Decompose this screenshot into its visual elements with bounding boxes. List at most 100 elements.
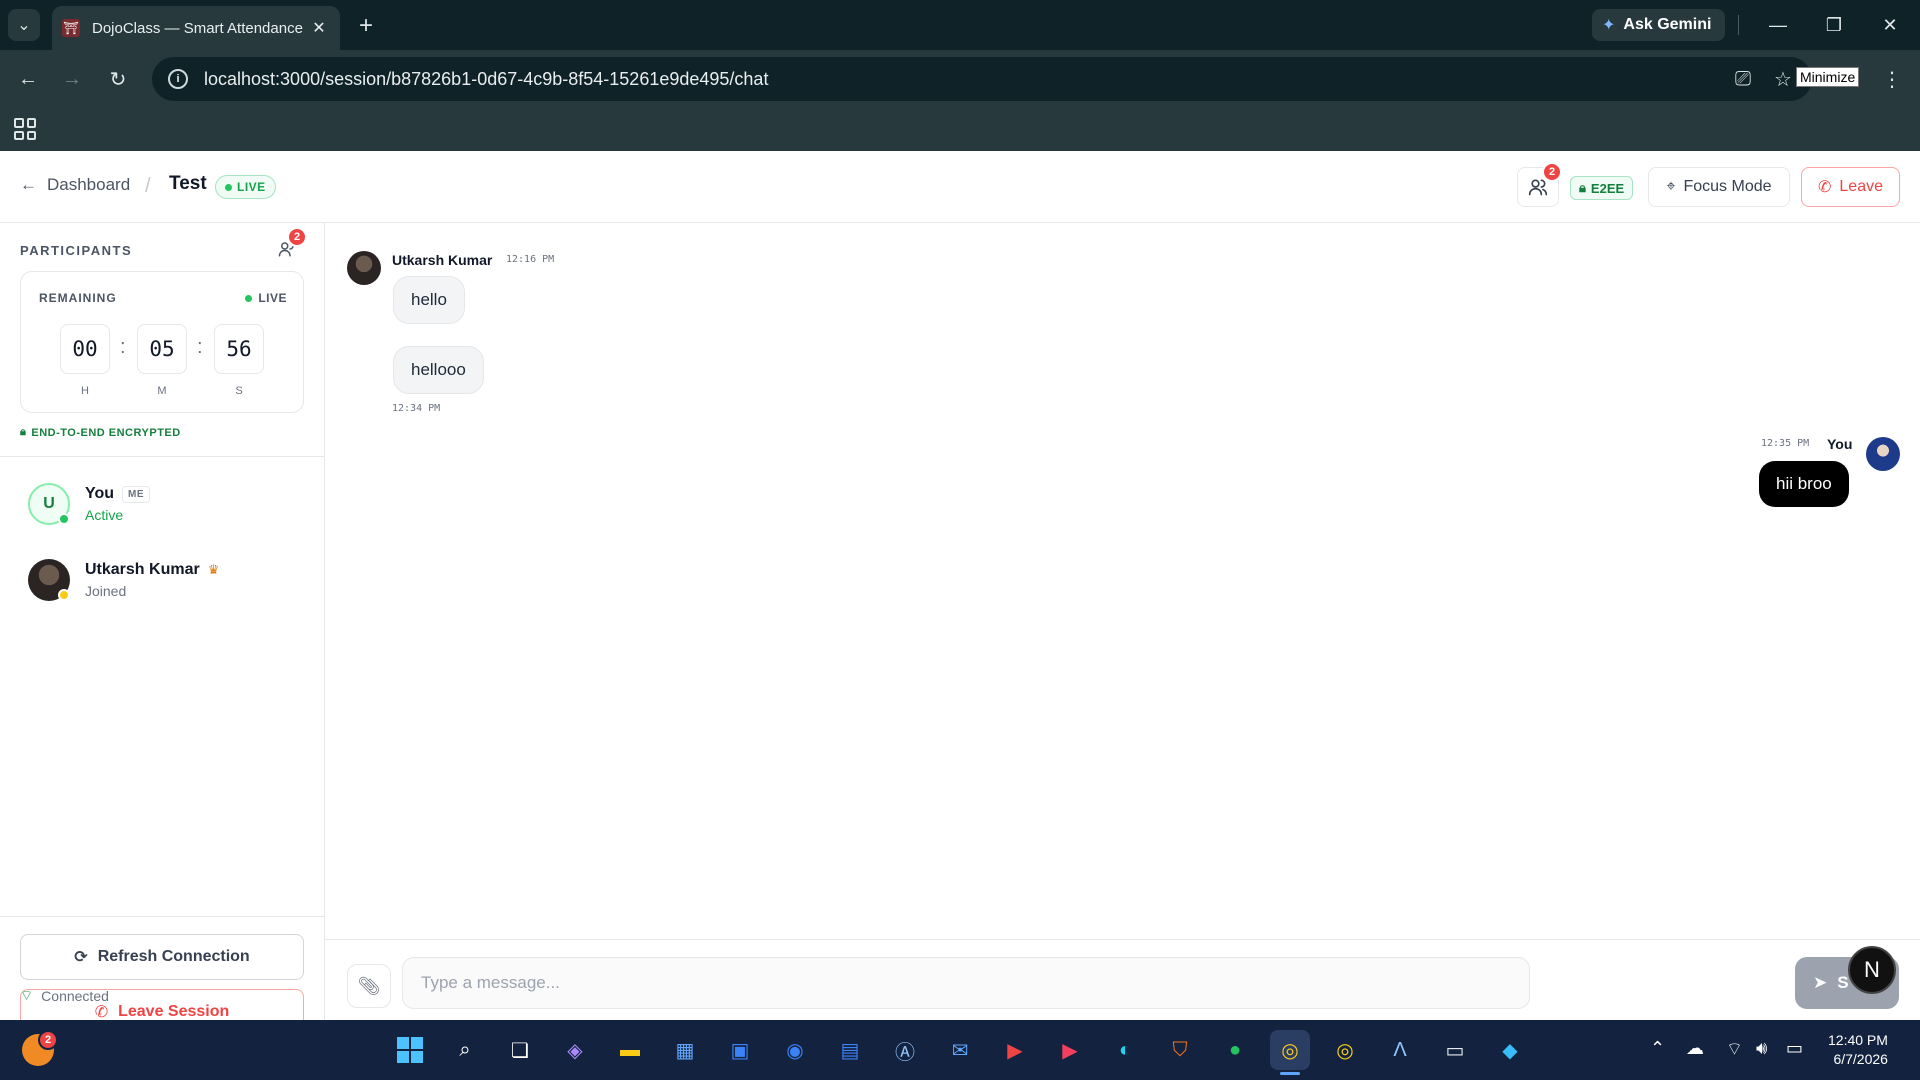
windows-taskbar: 2 ⌕ ❏ ◈ ▬ ▦ ▣ ◉ ▤ Ⓐ ✉ ▶ ▶ ◐ ⛉ ● ◎ ◎ Λ ▭ … xyxy=(0,1020,1920,1080)
clock-time: 12:40 PM xyxy=(1828,1032,1888,1048)
participant-utkarsh[interactable]: Utkarsh Kumar ♛ Joined xyxy=(28,559,308,605)
close-window-button[interactable]: ✕ xyxy=(1862,0,1918,50)
seconds-unit: S xyxy=(235,385,243,397)
lock-icon: 🔒︎ xyxy=(1579,180,1586,195)
reload-icon[interactable]: ↻ xyxy=(102,63,134,95)
ask-gemini-button[interactable]: ✦ Ask Gemini xyxy=(1592,9,1726,41)
windows-start-icon[interactable] xyxy=(390,1030,430,1070)
nextjs-dev-indicator-button[interactable]: N xyxy=(1848,946,1896,994)
message-input[interactable] xyxy=(402,957,1530,1009)
leave-button[interactable]: ✆ Leave xyxy=(1801,167,1900,207)
remaining-timer-card: REMAINING LIVE 00 : 05 : 56 H M S xyxy=(20,271,304,413)
participants-users-icon[interactable]: 2 xyxy=(275,227,307,261)
sync-app-icon[interactable]: ◉ xyxy=(775,1030,815,1070)
focus-target-icon: ⌖ xyxy=(1666,178,1676,195)
app-root: ← Dashboard / Test LIVE 2 🔒︎ E2EE ⌖ Focu… xyxy=(0,151,1920,1047)
focus-mode-button[interactable]: ⌖ Focus Mode xyxy=(1648,167,1790,207)
avatar xyxy=(347,251,381,285)
chevron-down-icon: ⌄ xyxy=(17,17,31,34)
new-tab-button[interactable]: + xyxy=(352,12,380,40)
refresh-connection-button[interactable]: ⟳ Refresh Connection xyxy=(20,934,304,980)
restore-button[interactable]: ❐ xyxy=(1806,0,1862,50)
spotify-icon[interactable]: ● xyxy=(1215,1030,1255,1070)
sidebar-count-badge: 2 xyxy=(287,227,307,247)
app-store-icon[interactable]: Ⓐ xyxy=(885,1030,925,1070)
bookmark-star-icon[interactable]: ☆ xyxy=(1767,63,1799,95)
chat-panel: Utkarsh Kumar 12:16 PM hello hellooo 12:… xyxy=(325,223,1920,1020)
url-text: localhost:3000/session/b87826b1-0d67-4c9… xyxy=(204,68,769,89)
terminal-icon[interactable]: ▭ xyxy=(1435,1030,1475,1070)
message-sender: You xyxy=(1827,436,1853,452)
photos-icon[interactable]: ▤ xyxy=(830,1030,870,1070)
participants-button[interactable]: 2 xyxy=(1517,162,1562,207)
video-player-icon[interactable]: ▶ xyxy=(1050,1030,1090,1070)
connection-status: ⌔ Connected xyxy=(20,987,109,1005)
live-label: LIVE xyxy=(237,180,266,194)
leave-label: Leave xyxy=(1839,178,1883,195)
message-time: 12:16 PM xyxy=(506,254,555,265)
address-bar[interactable]: i localhost:3000/session/b87826b1-0d67-4… xyxy=(152,57,1812,101)
wifi-icon[interactable]: ⌔ xyxy=(1726,1038,1743,1061)
close-tab-icon[interactable]: ✕ xyxy=(308,17,330,39)
task-view-icon[interactable]: ❏ xyxy=(500,1030,540,1070)
back-to-dashboard-link[interactable]: ← Dashboard xyxy=(20,175,130,195)
onedrive-cloud-icon[interactable]: ☁ xyxy=(1686,1038,1704,1059)
apps-grid-icon[interactable] xyxy=(14,118,36,140)
tab-search-button[interactable]: ⌄ xyxy=(8,9,40,41)
paperclip-icon[interactable]: 📎︎ xyxy=(347,964,391,1008)
encryption-notice: 🔒︎ END-TO-END ENCRYPTED xyxy=(20,426,181,439)
message-bubble: hellooo xyxy=(393,346,484,394)
browser-tab[interactable]: ⛩ DojoClass — Smart Attendance ✕ xyxy=(52,6,340,50)
chrome-profile-icon[interactable]: ◎ xyxy=(1325,1030,1365,1070)
participant-you[interactable]: U You ME Active xyxy=(28,483,308,529)
youtube-icon[interactable]: ▶ xyxy=(995,1030,1035,1070)
minimize-button[interactable]: — xyxy=(1750,0,1806,50)
message-sender: Utkarsh Kumar xyxy=(392,252,493,268)
more-menu-icon[interactable]: ⋮ xyxy=(1876,63,1908,95)
chevron-up-icon[interactable]: ⌃ xyxy=(1650,1038,1665,1059)
message-time: 12:35 PM xyxy=(1761,438,1810,449)
participant-status: Joined xyxy=(85,583,127,599)
timer-colon: : xyxy=(197,336,203,358)
install-app-icon[interactable]: ⎚ xyxy=(1727,63,1759,95)
browser-tab-bar: ⌄ ⛩ DojoClass — Smart Attendance ✕ + ✦ A… xyxy=(0,0,1920,50)
joined-status-dot xyxy=(58,589,70,601)
message-composer: 📎︎ ➤ S xyxy=(325,939,1920,1020)
timer-colon: : xyxy=(120,336,126,358)
volume-icon[interactable]: 🔊︎ xyxy=(1756,1038,1767,1059)
outlook-icon[interactable]: ✉ xyxy=(940,1030,980,1070)
timer-live-label: LIVE xyxy=(258,291,287,305)
refresh-icon: ⟳ xyxy=(74,949,88,966)
back-arrow-icon[interactable]: ← xyxy=(12,63,44,95)
notification-badge: 2 xyxy=(38,1030,58,1050)
gemini-sparkle-icon: ✦ xyxy=(1602,17,1616,34)
search-icon[interactable]: ⌕ xyxy=(445,1030,485,1070)
copilot-icon[interactable]: ◈ xyxy=(555,1030,595,1070)
participant-name-text: You xyxy=(85,485,115,502)
lock-icon: 🔒︎ xyxy=(20,426,27,438)
battery-icon[interactable]: ▭ xyxy=(1786,1038,1803,1059)
vector-app-icon[interactable]: Λ xyxy=(1380,1030,1420,1070)
site-info-icon[interactable]: i xyxy=(168,69,188,89)
file-explorer-icon[interactable]: ▬ xyxy=(610,1030,650,1070)
phone-off-icon: ✆ xyxy=(1818,179,1832,196)
system-clock[interactable]: 12:40 PM 6/7/2026 xyxy=(1828,1031,1888,1069)
brave-icon[interactable]: ⛉ xyxy=(1160,1030,1200,1070)
divider xyxy=(0,456,325,457)
chrome-icon[interactable]: ◎ xyxy=(1270,1030,1310,1070)
edge-icon[interactable]: ◐ xyxy=(1105,1030,1145,1070)
connection-status-label: Connected xyxy=(41,988,109,1004)
active-app-indicator xyxy=(1280,1072,1300,1075)
timer-hours: 00 xyxy=(60,324,110,374)
forward-arrow-icon[interactable]: → xyxy=(56,63,88,95)
minimize-tooltip: Minimize xyxy=(1796,67,1860,87)
teams-icon[interactable]: ▣ xyxy=(720,1030,760,1070)
crown-icon: ♛ xyxy=(207,562,220,577)
docker-icon[interactable]: ◆ xyxy=(1490,1030,1530,1070)
microsoft-store-icon[interactable]: ▦ xyxy=(665,1030,705,1070)
participant-status: Active xyxy=(85,507,124,523)
participant-name-text: Utkarsh Kumar xyxy=(85,561,200,578)
timer-live-indicator: LIVE xyxy=(245,291,287,305)
clock-date: 6/7/2026 xyxy=(1833,1051,1888,1067)
e2ee-label: E2EE xyxy=(1590,180,1625,196)
